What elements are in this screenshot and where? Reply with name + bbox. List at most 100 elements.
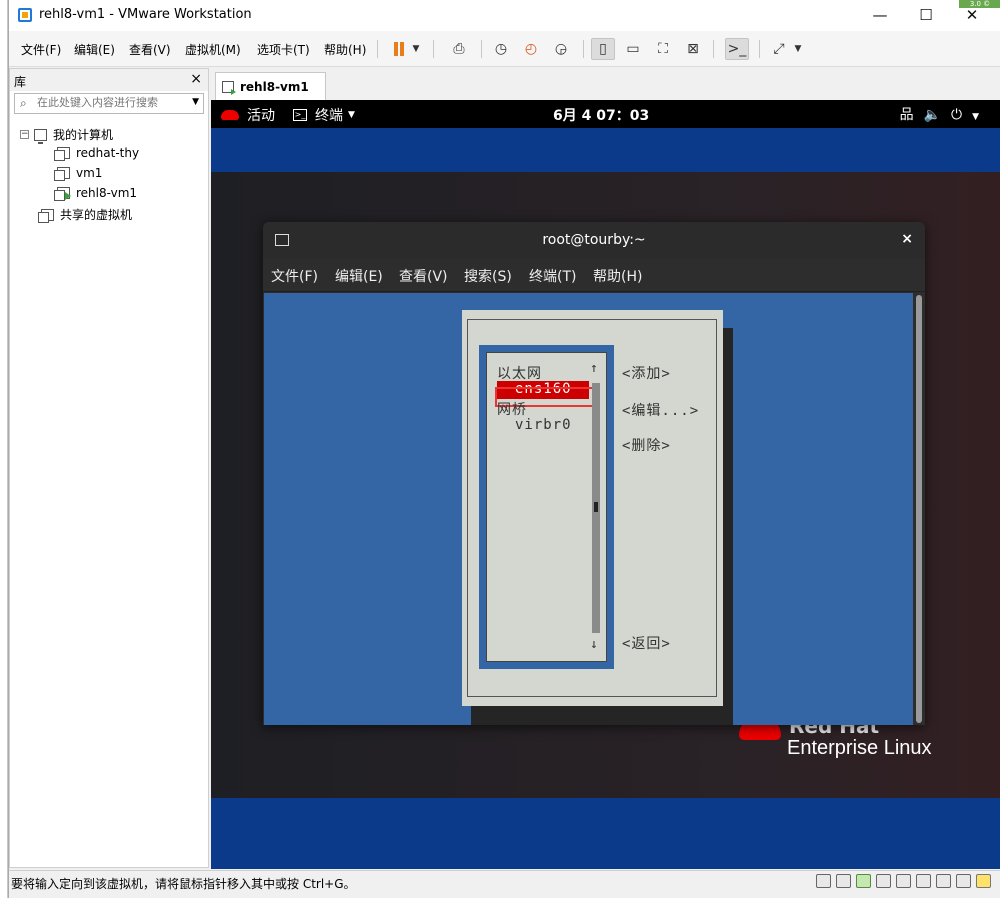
terminal-close-icon[interactable]: × (901, 231, 913, 247)
thumbnail-bar-icon[interactable]: ▭ (621, 38, 645, 60)
nmtui-dialog: 以太网 ens160 网桥 virbr0 ↑ ↓ <添加> <编辑...> <删… (462, 310, 723, 706)
chevron-down-icon[interactable]: ▼ (409, 38, 423, 60)
terminal-titlebar: root@tourby:~ × (263, 222, 925, 258)
terminal-menu-view[interactable]: 查看(V) (399, 266, 448, 286)
chevron-down-icon: ▼ (972, 112, 989, 122)
window-title: rehl8-vm1 - VMware Workstation (39, 7, 252, 22)
network-adapter-icon[interactable] (856, 874, 871, 888)
vm-running-icon (54, 187, 71, 201)
collapse-icon[interactable]: − (20, 130, 29, 139)
minimize-button[interactable]: — (857, 0, 903, 31)
add-button[interactable]: <添加> (622, 363, 671, 383)
terminal-menu-help[interactable]: 帮助(H) (593, 266, 642, 286)
tree-item-vm[interactable]: vm1 (54, 166, 103, 181)
gnome-top-bar: 活动 >_ 终端 ▼ 6月 4 07：03 品🔈⏻▼ (211, 100, 1000, 128)
scroll-up-icon[interactable]: ↑ (590, 361, 598, 376)
menu-vm[interactable]: 虚拟机(M) (185, 41, 241, 58)
maximize-button[interactable]: ☐ (903, 0, 949, 31)
delete-button[interactable]: <删除> (622, 435, 671, 455)
tree-item-my-computer[interactable]: − 我的计算机 (20, 126, 113, 144)
printer-icon[interactable] (896, 874, 911, 888)
hard-disk-icon[interactable] (816, 874, 831, 888)
tab-rehl8-vm1[interactable]: rehl8-vm1 (215, 72, 326, 100)
revert-snapshot-icon[interactable]: ◴ (519, 38, 543, 60)
tree-item-shared-vms[interactable]: 共享的虚拟机 (38, 206, 133, 223)
status-message: 要将输入定向到该虚拟机，请将鼠标指针移入其中或按 Ctrl+G。 (11, 877, 356, 891)
usb-icon[interactable] (876, 874, 891, 888)
volume-icon: 🔈 (923, 107, 951, 123)
library-close-icon[interactable]: × (190, 71, 202, 87)
library-title: 库 (14, 75, 27, 89)
menu-file[interactable]: 文件(F) (21, 41, 61, 58)
clock[interactable]: 6月 4 07：03 (553, 105, 649, 125)
library-search-input[interactable] (37, 96, 185, 109)
toolbar-separator (377, 40, 378, 58)
chevron-down-icon[interactable]: ▼ (791, 38, 805, 60)
vmware-app-icon (18, 8, 32, 22)
edit-button[interactable]: <编辑...> (622, 400, 699, 420)
terminal-title: root@tourby:~ (542, 232, 646, 248)
vmware-window: rehl8-vm1 - VMware Workstation — ☐ ✕ 3.0… (8, 0, 1000, 898)
vm-console[interactable]: 活动 >_ 终端 ▼ 6月 4 07：03 品🔈⏻▼ Red Hat Enter… (211, 100, 1000, 869)
sound-icon[interactable] (916, 874, 931, 888)
toolbar-separator (713, 40, 714, 58)
toolbar-separator (481, 40, 482, 58)
status-bar: 要将输入定向到该虚拟机，请将鼠标指针移入其中或按 Ctrl+G。 (9, 870, 1000, 891)
window-bottom-border (9, 891, 1000, 898)
back-button[interactable]: <返回> (622, 633, 671, 653)
tree-label: vm1 (76, 166, 103, 180)
display-icon[interactable] (936, 874, 951, 888)
redhat-logo-icon (221, 110, 239, 120)
terminal-menu-file[interactable]: 文件(F) (271, 266, 318, 286)
terminal-menu-edit[interactable]: 编辑(E) (335, 266, 383, 286)
title-bar: rehl8-vm1 - VMware Workstation — ☐ ✕ 3.0… (9, 0, 1000, 31)
send-ctrl-alt-del-icon[interactable]: ⎙ (447, 38, 471, 60)
vm-icon (54, 167, 70, 181)
menu-edit[interactable]: 编辑(E) (74, 41, 115, 58)
terminal-window[interactable]: root@tourby:~ × 文件(F) 编辑(E) 查看(V) 搜索(S) … (263, 222, 925, 725)
chevron-down-icon: ▼ (348, 110, 355, 120)
chevron-down-icon[interactable]: ▼ (192, 97, 199, 107)
pause-button[interactable] (387, 38, 411, 60)
list-item-virbr0[interactable]: virbr0 (515, 417, 572, 433)
device-icons (816, 874, 991, 888)
terminal-menu-terminal[interactable]: 终端(T) (529, 266, 576, 286)
scroll-down-icon[interactable]: ↓ (590, 637, 598, 652)
terminal-scrollbar[interactable] (916, 295, 922, 723)
show-library-icon[interactable]: ▯ (591, 38, 615, 60)
terminal-content[interactable]: 以太网 ens160 网桥 virbr0 ↑ ↓ <添加> <编辑...> <删… (264, 293, 913, 725)
menu-view[interactable]: 查看(V) (129, 41, 171, 58)
fullscreen-toggle-icon[interactable] (956, 874, 971, 888)
connection-list-inner: 以太网 ens160 网桥 virbr0 ↑ ↓ (486, 352, 607, 662)
system-menu[interactable]: 品🔈⏻▼ (900, 104, 989, 124)
list-scrollbar-thumb[interactable] (594, 502, 598, 512)
menu-tabs[interactable]: 选项卡(T) (257, 41, 310, 58)
tree-label: 共享的虚拟机 (60, 208, 133, 222)
network-icon: 品 (899, 107, 924, 123)
stretch-guest-icon[interactable]: ⤢ (767, 38, 791, 60)
message-log-icon[interactable] (976, 874, 991, 888)
unity-icon[interactable]: ⊠ (681, 38, 705, 60)
power-icon: ⏻ (951, 107, 973, 123)
app-menu-label: 终端 (315, 108, 343, 124)
terminal-icon: >_ (293, 109, 307, 121)
shared-vm-icon (38, 208, 54, 223)
terminal-menu-search[interactable]: 搜索(S) (464, 266, 512, 286)
tree-item-vm[interactable]: redhat-thy (54, 146, 139, 161)
cd-rom-icon[interactable] (836, 874, 851, 888)
terminal-menubar: 文件(F) 编辑(E) 查看(V) 搜索(S) 终端(T) 帮助(H) (263, 258, 925, 292)
full-screen-icon[interactable]: ⛶ (651, 38, 675, 60)
tree-item-vm[interactable]: rehl8-vm1 (54, 186, 138, 201)
menu-help[interactable]: 帮助(H) (324, 41, 366, 58)
computer-icon (34, 128, 47, 144)
activities-button[interactable]: 活动 (221, 105, 275, 125)
console-view-icon[interactable]: >_ (725, 38, 749, 60)
tab-strip: rehl8-vm1 (211, 68, 1000, 100)
snapshot-icon[interactable]: ◷ (489, 38, 513, 60)
tree-label: rehl8-vm1 (76, 186, 138, 200)
snapshot-manager-icon[interactable]: ◶ (549, 38, 573, 60)
connection-list: 以太网 ens160 网桥 virbr0 ↑ ↓ (479, 345, 614, 669)
notification-badge: 3.0 © (959, 0, 1000, 8)
library-search[interactable]: ⌕ ▼ (14, 93, 204, 114)
app-menu[interactable]: >_ 终端 ▼ (293, 105, 355, 125)
